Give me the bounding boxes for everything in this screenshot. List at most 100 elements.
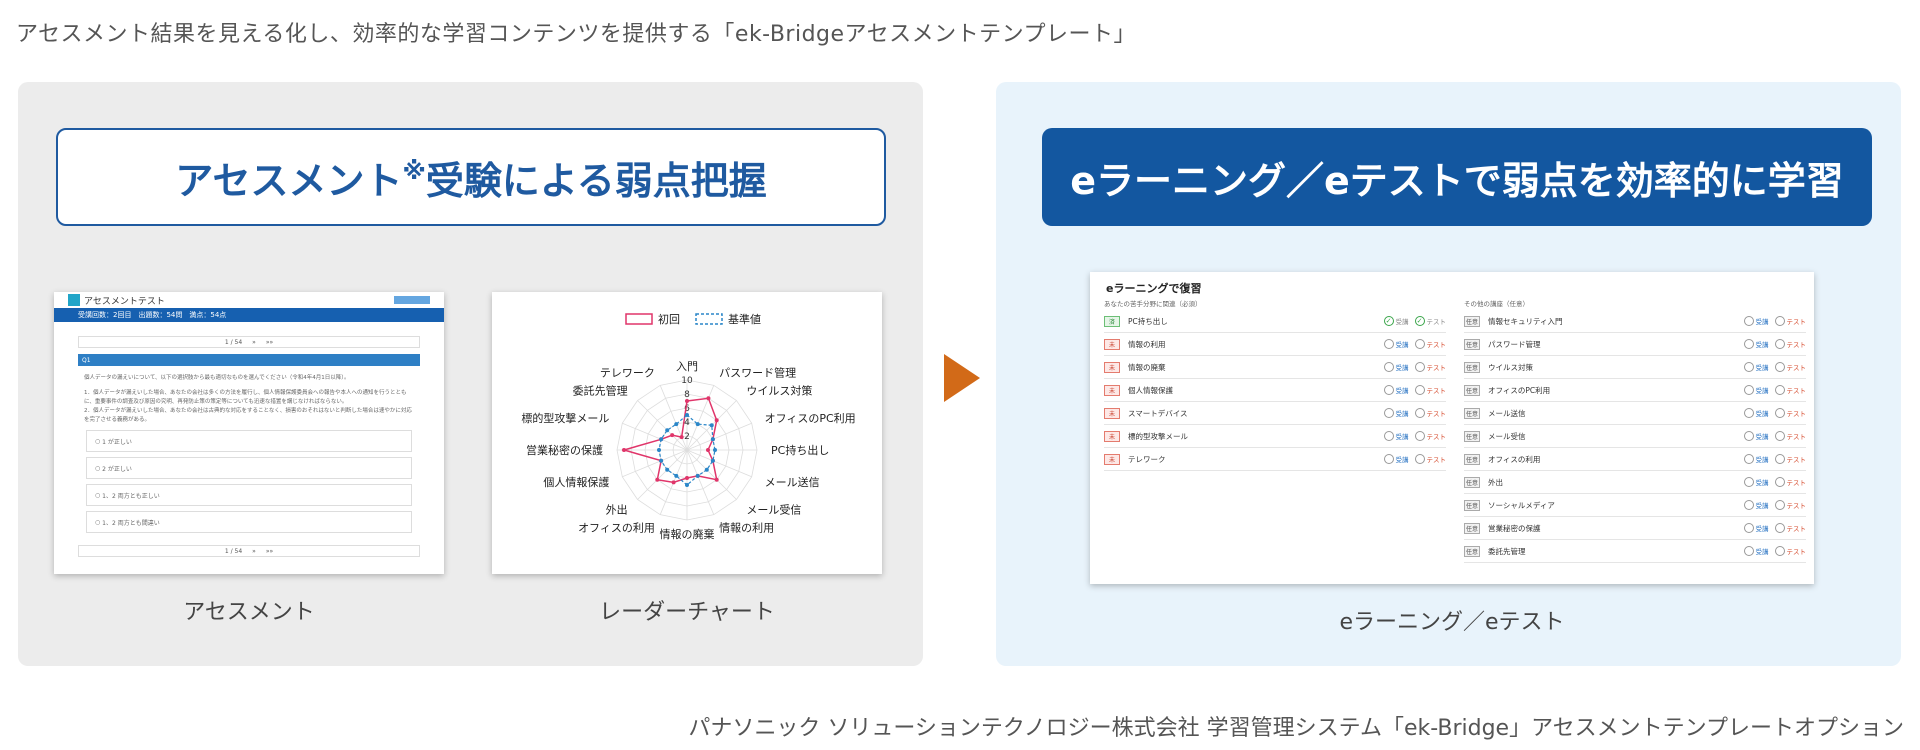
radio-circle-icon (1774, 431, 1785, 441)
watch-button-label: 受講 (1755, 525, 1769, 533)
watch-button[interactable]: ✓ 受講 (1383, 316, 1409, 326)
pager-last[interactable]: »» (266, 339, 273, 346)
watch-button[interactable]: 受講 (1383, 431, 1409, 441)
watch-button-label: 受講 (1395, 456, 1409, 464)
radar-tick-label: 10 (681, 376, 693, 386)
watch-button[interactable]: 受講 (1383, 408, 1409, 418)
pager-next[interactable]: » (252, 339, 256, 346)
test-button[interactable]: テスト (1414, 431, 1447, 441)
test-button[interactable]: テスト (1774, 454, 1806, 464)
course-status-badge: 任意 (1464, 315, 1480, 327)
radio-circle-icon (1743, 431, 1754, 441)
radar-data-point (695, 473, 700, 478)
test-button[interactable]: ✓ テスト (1414, 316, 1447, 326)
legend-swatch (625, 313, 653, 325)
test-button[interactable]: テスト (1774, 431, 1807, 441)
watch-button-label: 受講 (1755, 479, 1769, 487)
watch-button[interactable]: 受講 (1383, 454, 1409, 464)
radio-circle-icon (1743, 500, 1754, 510)
course-status-badge: 任意 (1464, 407, 1480, 419)
radar-category-label: 委託先管理 (573, 384, 628, 398)
answer-option[interactable]: ○ 1 が正しい (86, 430, 412, 452)
test-button[interactable]: テスト (1414, 408, 1447, 418)
course-row: 任意 ソーシャルメディア 受講 テスト (1464, 494, 1806, 517)
radar-category-label: 情報の廃棄 (660, 527, 715, 541)
watch-button[interactable]: 受講 (1743, 339, 1769, 349)
course-name: オフィスの利用 (1488, 454, 1541, 464)
assessment-thumbnail[interactable]: アセスメントテスト 受講回数：2回目 出題数：54問 満点：54点 1 / 54… (54, 292, 444, 574)
test-button[interactable]: テスト (1774, 339, 1806, 349)
watch-button-label: 受講 (1755, 456, 1769, 464)
test-button[interactable]: テスト (1774, 385, 1806, 395)
radar-data-point (685, 399, 689, 403)
radar-category-label: パスワード管理 (719, 365, 796, 379)
test-button[interactable]: テスト (1774, 523, 1806, 533)
test-button[interactable]: テスト (1414, 454, 1446, 464)
test-button[interactable]: テスト (1774, 546, 1806, 556)
required-courses: あなたの苦手分野に関連（必須） 済 PC持ち出し ✓ 受講 ✓ テスト未情報の利用 受講 テス… (1104, 298, 1446, 471)
watch-button[interactable]: 受講 (1743, 477, 1769, 487)
radar-data-point (714, 418, 719, 423)
course-row: 任意 ウイルス対策 受講 テスト (1464, 356, 1806, 379)
radar-caption: レーダーチャート (599, 600, 775, 625)
course-name: 外出 (1488, 477, 1503, 487)
pager-next[interactable]: » (252, 548, 256, 555)
assessment-menu-button[interactable] (394, 296, 430, 304)
radio-circle-icon (1414, 385, 1425, 395)
pager-last[interactable]: »» (266, 548, 273, 555)
radar-data-point (685, 413, 689, 417)
footer-credit: パナソニック ソリューションテクノロジー株式会社 学習管理システム「ek-Bri… (688, 716, 1904, 741)
watch-button[interactable]: 受講 (1743, 431, 1769, 441)
assessment-pager-bottom[interactable]: 1 / 54 » »» (78, 545, 420, 557)
radio-circle-icon (1383, 454, 1394, 464)
radar-category-label: 標的型攻撃メール (521, 411, 609, 425)
watch-button[interactable]: 受講 (1743, 454, 1769, 464)
answer-option[interactable]: ○ 1、2 両方とも正しい (86, 484, 412, 506)
test-button[interactable]: テスト (1774, 316, 1806, 326)
test-button-label: テスト (1426, 318, 1447, 326)
radar-category-label: 入門 (676, 360, 698, 373)
question-main: 個人データの漏えいについて、以下の選択肢から最も適切なものを選んでください（令和… (84, 375, 350, 381)
watch-button[interactable]: 受講 (1743, 408, 1769, 418)
assessment-pager-top[interactable]: 1 / 54 » »» (78, 336, 420, 348)
course-name: 情報の利用 (1128, 339, 1166, 349)
watch-button[interactable]: 受講 (1743, 385, 1769, 395)
course-row: 任意 委託先管理 受講 テスト (1464, 540, 1806, 563)
radar-category-label: 営業秘密の保護 (526, 443, 603, 457)
radar-tick-label: 4 (684, 418, 690, 428)
radar-data-point (657, 448, 661, 452)
course-row: 未情報の廃棄 受講 テスト (1104, 356, 1446, 379)
watch-button[interactable]: 受講 (1383, 339, 1409, 349)
course-row: 未テレワーク 受講 テスト (1104, 448, 1446, 471)
radar-data-point (671, 480, 676, 485)
watch-button[interactable]: 受講 (1743, 500, 1769, 510)
watch-button[interactable]: 受講 (1383, 362, 1409, 372)
test-button[interactable]: テスト (1774, 408, 1806, 418)
test-button[interactable]: テスト (1414, 385, 1446, 395)
radar-axis-line (637, 400, 688, 451)
test-button[interactable]: テスト (1774, 500, 1806, 510)
test-button-label: テスト (1426, 410, 1447, 418)
watch-button[interactable]: 受講 (1743, 523, 1769, 533)
test-button-label: テスト (1786, 479, 1807, 487)
course-row: 任意 メール送信 受講 テスト (1464, 402, 1806, 425)
test-button[interactable]: テスト (1774, 362, 1806, 372)
watch-button[interactable]: 受講 (1743, 316, 1769, 326)
course-status-badge: 済 (1104, 315, 1120, 327)
answer-option[interactable]: ○ 2 が正しい (86, 457, 412, 479)
test-button[interactable]: テスト (1414, 339, 1446, 349)
question-detail-2: 2．個人データが漏えいした場合、あなたの会社は古典的な対応をすることなく、損害の… (84, 408, 412, 423)
watch-button[interactable]: 受講 (1383, 385, 1409, 395)
test-button-label: テスト (1786, 433, 1807, 441)
course-status-badge: 任意 (1464, 499, 1480, 511)
course-row: 未標的型攻撃メール 受講 テスト (1104, 425, 1446, 448)
watch-button[interactable]: 受講 (1743, 546, 1769, 556)
answer-option[interactable]: ○ 1、2 両方とも間違い (86, 511, 412, 533)
test-button[interactable]: テスト (1414, 362, 1446, 372)
test-button-label: テスト (1426, 433, 1447, 441)
radio-circle-icon (1743, 316, 1754, 326)
radar-data-point (622, 448, 626, 452)
watch-button[interactable]: 受講 (1743, 362, 1769, 372)
test-button[interactable]: テスト (1774, 477, 1807, 487)
radar-tick-label: 2 (684, 432, 690, 442)
